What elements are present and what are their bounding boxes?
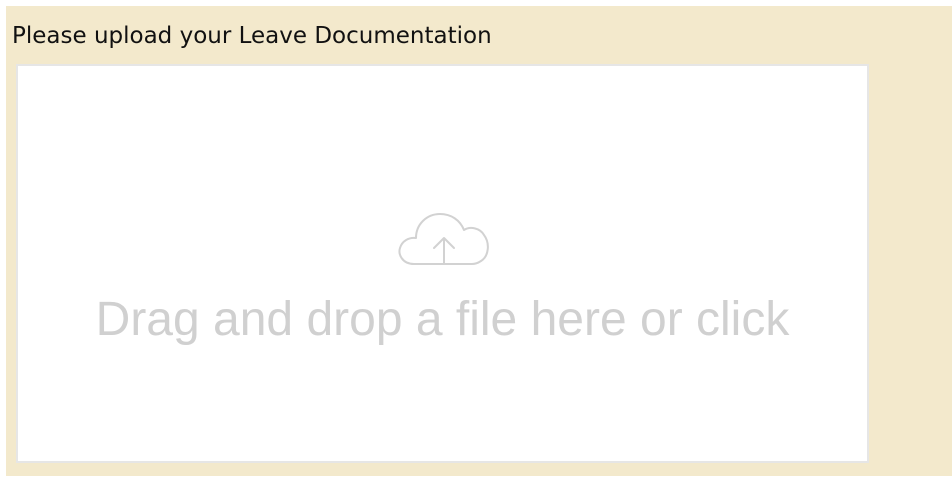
file-dropzone[interactable]: Drag and drop a file here or click <box>16 64 869 463</box>
upload-label: Please upload your Leave Documentation <box>12 23 492 49</box>
dropzone-text: Drag and drop a file here or click <box>95 293 790 346</box>
cloud-upload-icon <box>398 213 489 265</box>
